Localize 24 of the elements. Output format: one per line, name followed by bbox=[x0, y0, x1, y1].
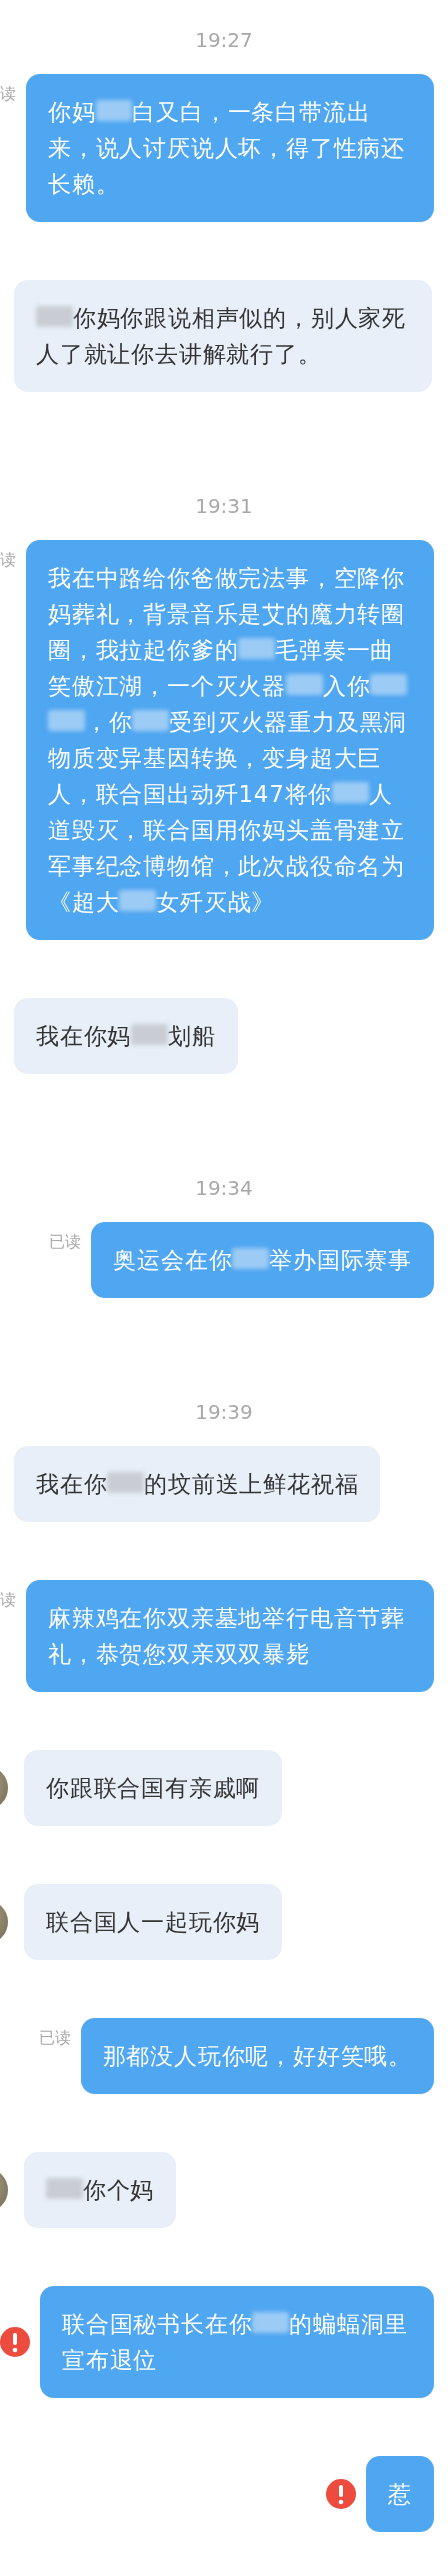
read-receipt: 已读 bbox=[49, 1232, 82, 1253]
sent-message: 联合国秘书长在你 的蝙蝠洞里宣布退位 bbox=[40, 2286, 434, 2398]
timestamp: 19:34 bbox=[195, 1175, 253, 1202]
timestamp: 19:31 bbox=[195, 493, 253, 520]
received-message: 联合国人一起玩你妈 bbox=[24, 1884, 283, 1960]
sent-message: 惹 bbox=[366, 2456, 434, 2532]
read-receipt: 读 bbox=[0, 84, 16, 105]
received-message: 你个妈 bbox=[24, 2152, 177, 2228]
sent-message: 我在中路给你爸做完法事，空降你妈葬礼，背景音乐是艾的魔力转圈圈，我拉起你爹的 毛弹奏一曲笑傲江湖，一个灭火器 入你 ，你 受到灭火器重力及黑洞物质变异基因转换，变身超大巨人，联合国出动歼147将你 人道毁灭，联合国用你妈头盖骨建立军事纪念博物馆，此次战役命名为《超大 女歼灭战》 bbox=[26, 540, 434, 940]
error-icon[interactable] bbox=[0, 2327, 30, 2357]
received-message: 你妈你跟说相声似的，别人家死人了就让你去讲解就行了。 bbox=[14, 280, 432, 392]
read-receipt: 读 bbox=[0, 550, 16, 571]
error-icon[interactable] bbox=[326, 2479, 357, 2509]
sent-message: 奥运会在你 举办国际赛事 bbox=[91, 1222, 434, 1298]
received-message: 你跟联合国有亲戚啊 bbox=[24, 1750, 283, 1826]
read-receipt: 读 bbox=[0, 1590, 16, 1611]
sent-message: 那都没人玩你呢，好好笑哦。 bbox=[80, 2018, 434, 2094]
received-message: 我在你妈 划船 bbox=[14, 998, 238, 1074]
timestamp: 19:39 bbox=[195, 1399, 253, 1426]
timestamp: 19:27 bbox=[195, 27, 253, 54]
sent-message: 你妈 白又白，一条白带流出来，说人讨厌说人坏，得了性病还长赖。 bbox=[26, 74, 434, 222]
sent-message: 麻辣鸡在你双亲墓地举行电音节葬礼，恭贺您双亲双双暴毙 bbox=[26, 1580, 434, 1692]
received-message: 我在你 的坟前送上鲜花祝福 bbox=[14, 1446, 381, 1522]
read-receipt: 已读 bbox=[38, 2028, 71, 2049]
